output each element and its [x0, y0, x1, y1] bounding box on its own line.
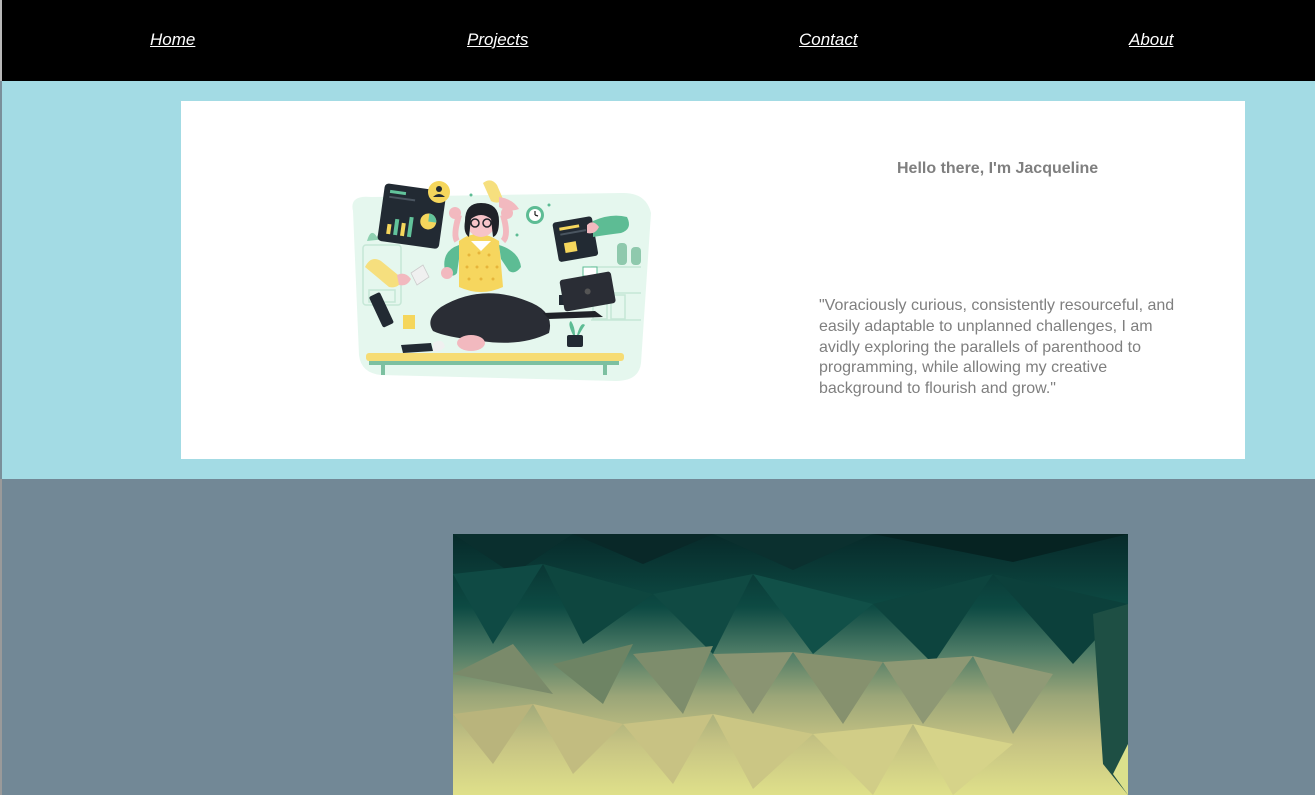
bio-quote: "Voraciously curious, consistently resou…	[819, 297, 1175, 398]
nav-link-home[interactable]: Home	[150, 30, 195, 50]
top-navbar: Home Projects Contact About	[0, 0, 1315, 81]
nav-link-about[interactable]: About	[1129, 30, 1173, 50]
gallery-section	[0, 479, 1315, 795]
low-poly-landscape-image	[453, 534, 1128, 795]
hero-section: Hello there, I'm Jacqueline "Voraciously…	[0, 81, 1315, 479]
intro-card: Hello there, I'm Jacqueline "Voraciously…	[181, 101, 1245, 459]
nav-link-projects[interactable]: Projects	[467, 30, 528, 50]
greeting-heading: Hello there, I'm Jacqueline	[897, 160, 1099, 177]
nav-link-contact[interactable]: Contact	[799, 30, 858, 50]
multitasking-woman-illustration	[352, 180, 651, 381]
